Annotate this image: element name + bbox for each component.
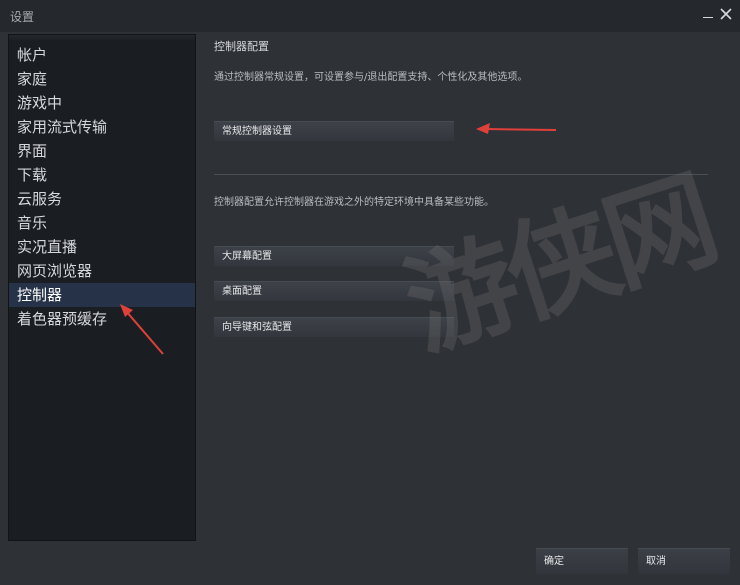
sidebar-item-remote-play[interactable]: 家用流式传输: [9, 115, 195, 139]
window-title: 设置: [10, 10, 35, 24]
sidebar-item-music[interactable]: 音乐: [9, 211, 195, 235]
minimize-icon: [703, 17, 713, 18]
general-controller-settings-button[interactable]: 常规控制器设置: [214, 121, 454, 141]
sidebar-item-family[interactable]: 家庭: [9, 67, 195, 91]
sidebar-item-cloud[interactable]: 云服务: [9, 187, 195, 211]
ok-button[interactable]: 确定: [536, 548, 628, 574]
minimize-button[interactable]: [700, 6, 716, 22]
close-button[interactable]: [718, 6, 734, 22]
section-title: 控制器配置: [214, 40, 269, 53]
sidebar-top-strip: [9, 35, 195, 41]
close-icon: [720, 8, 732, 20]
sidebar-item-downloads[interactable]: 下载: [9, 163, 195, 187]
sidebar-item-in-game[interactable]: 游戏中: [9, 91, 195, 115]
cancel-button[interactable]: 取消: [638, 548, 730, 574]
sidebar-item-broadcasting[interactable]: 实况直播: [9, 235, 195, 259]
title-bar: 设置: [0, 0, 740, 32]
sidebar-item-account[interactable]: 帐户: [9, 43, 195, 67]
sidebar-item-shader-cache[interactable]: 着色器预缓存: [9, 307, 195, 331]
sidebar-item-interface[interactable]: 界面: [9, 139, 195, 163]
settings-sidebar: 帐户 家庭 游戏中 家用流式传输 界面 下载 云服务 音乐 实况直播 网页浏览器…: [8, 34, 196, 541]
settings-window: 设置 帐户 家庭 游戏中 家用流式传输 界面 下载 云服务 音乐 实况直播 网页…: [0, 0, 740, 585]
intro-text: 通过控制器常规设置，可设置参与/退出配置支持、个性化及其他选项。: [214, 72, 528, 83]
sidebar-item-web-browser[interactable]: 网页浏览器: [9, 259, 195, 283]
sidebar-item-controller[interactable]: 控制器: [9, 283, 195, 307]
